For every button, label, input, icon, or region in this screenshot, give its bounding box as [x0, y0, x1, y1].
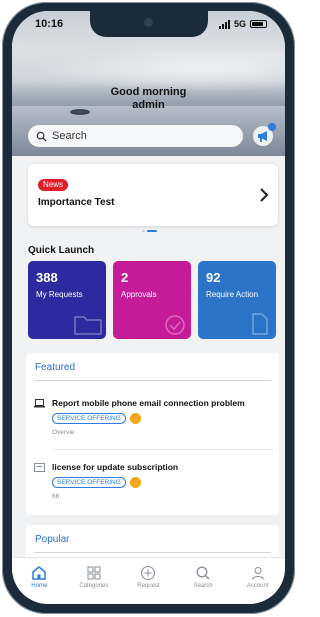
item-tag: SERVICE OFFERING [52, 413, 126, 424]
tile-count: 92 [206, 270, 221, 285]
status-time: 10:16 [35, 18, 64, 30]
greeting-text: Good morning [110, 86, 187, 98]
tab-label: Account [246, 583, 269, 589]
check-circle-icon [165, 315, 185, 335]
star-icon [130, 477, 141, 488]
tile-label: My Requests [36, 290, 83, 299]
popular-title: Popular [35, 534, 70, 545]
tab-home[interactable]: Home [12, 558, 67, 604]
tab-account[interactable]: Account [230, 558, 285, 604]
notification-badge [268, 123, 276, 131]
tab-request[interactable]: Request [121, 558, 176, 604]
signal-icon [218, 19, 230, 29]
star-icon [130, 413, 141, 424]
chevron-right-icon[interactable] [258, 187, 270, 203]
item-subtitle: 66 [52, 493, 60, 500]
network-label: 5G [233, 19, 246, 29]
tile-label: Approvals [121, 290, 157, 299]
tile-require-action[interactable]: 92 Require Action [198, 261, 276, 339]
user-icon [251, 567, 264, 580]
tab-label: Categories [79, 583, 109, 589]
search-placeholder: Search [52, 130, 87, 142]
tile-count: 388 [36, 270, 58, 285]
plus-circle-icon [141, 566, 156, 580]
app-screen: 10:16 5G Good morning admin Search News … [12, 11, 285, 604]
tab-label: Search [193, 583, 213, 589]
bottom-tab-bar: Home Categories Request Search Account [12, 557, 285, 604]
quick-launch-title: Quick Launch [28, 245, 95, 256]
item-title: Report mobile phone email connection pro… [52, 398, 245, 408]
item-subtitle: Overvie [52, 429, 75, 436]
carousel-indicator [142, 230, 157, 232]
news-card[interactable]: News Importance Test [28, 164, 278, 226]
greeting: Good morning admin [12, 86, 285, 112]
tab-label: Home [31, 583, 48, 589]
status-indicators: 5G [218, 19, 267, 29]
item-tag: SERVICE OFFERING [52, 477, 126, 488]
search-icon [36, 131, 47, 142]
phone-frame: 10:16 5G Good morning admin Search News … [2, 2, 295, 614]
news-title: Importance Test [38, 197, 115, 208]
home-icon [32, 566, 47, 580]
featured-title: Featured [35, 362, 76, 373]
search-icon [196, 566, 210, 580]
tab-search[interactable]: Search [176, 558, 231, 604]
divider [34, 552, 271, 553]
document-icon [252, 313, 268, 335]
document-icon [34, 463, 45, 472]
tile-approvals[interactable]: 2 Approvals [113, 261, 191, 339]
tab-categories[interactable]: Categories [67, 558, 122, 604]
divider [34, 380, 271, 381]
laptop-icon [34, 399, 45, 408]
tile-my-requests[interactable]: 388 My Requests [28, 261, 106, 339]
tile-count: 2 [121, 270, 129, 285]
item-title: license for update subscription [52, 462, 179, 472]
user-name: admin [132, 99, 165, 111]
search-bar[interactable]: Search [28, 125, 243, 147]
featured-section: Featured Report mobile phone email conne… [26, 353, 279, 515]
status-bar: 10:16 5G [12, 18, 285, 34]
battery-icon [250, 20, 267, 28]
news-tag: News [38, 179, 69, 191]
folder-icon [74, 316, 102, 335]
grid-icon [87, 566, 101, 580]
tile-label: Require Action [206, 290, 259, 299]
tab-label: Request [137, 583, 160, 589]
divider [52, 449, 274, 450]
announcement-button[interactable] [252, 123, 276, 147]
